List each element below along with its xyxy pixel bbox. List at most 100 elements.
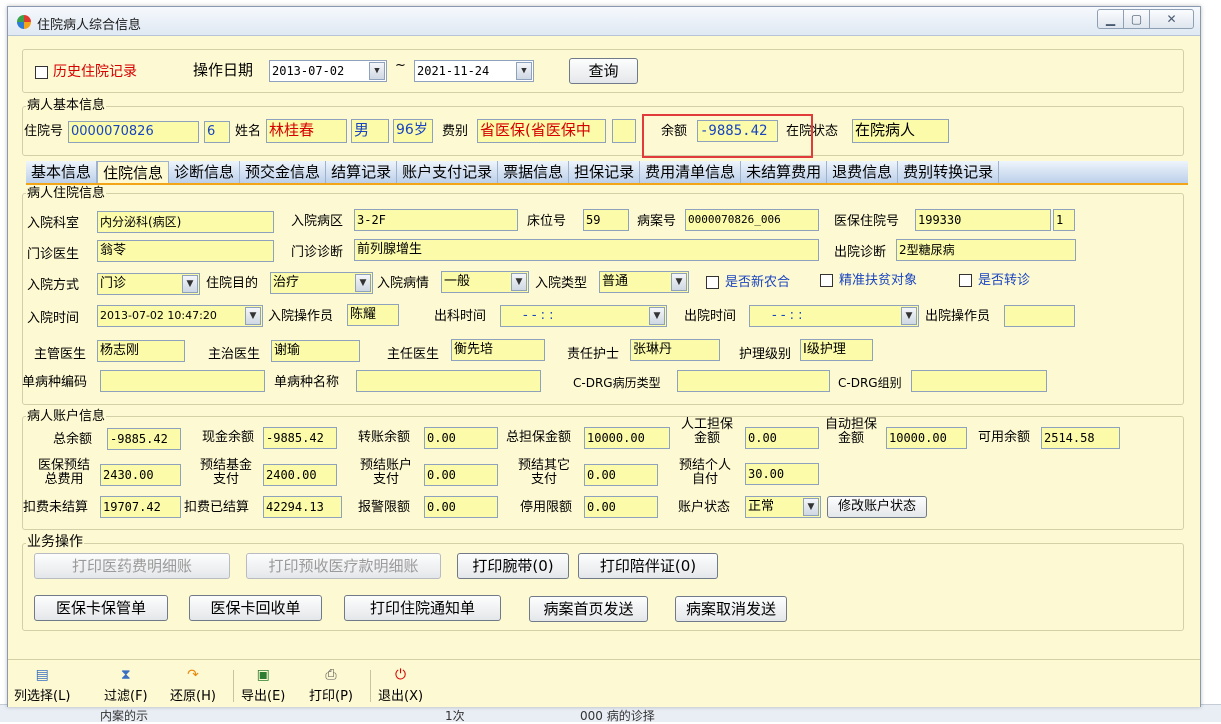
age-field[interactable]: 96岁 bbox=[393, 119, 433, 143]
chevron-down-icon[interactable]: ▼ bbox=[901, 307, 917, 325]
card-return-button[interactable]: 医保卡回收单 bbox=[189, 595, 322, 621]
chevron-down-icon[interactable]: ▼ bbox=[369, 62, 385, 80]
ins-seq-field[interactable]: 1 bbox=[1053, 209, 1075, 231]
total-balance-field[interactable]: -9885.42 bbox=[107, 428, 181, 450]
ward-field[interactable]: 3-2F bbox=[354, 209, 518, 231]
name-field[interactable]: 林桂春 bbox=[266, 119, 347, 143]
discharge-select[interactable]: - - : : ▼ bbox=[749, 305, 919, 327]
chevron-down-icon[interactable]: ▼ bbox=[516, 62, 532, 80]
history-checkbox[interactable] bbox=[35, 66, 48, 79]
condition-select[interactable]: 一般 ▼ bbox=[441, 271, 529, 293]
purpose-select[interactable]: 治疗 ▼ bbox=[270, 272, 373, 294]
close-button[interactable]: ✕ bbox=[1149, 9, 1194, 29]
bed-field[interactable]: 59 bbox=[583, 209, 629, 231]
case-no-field[interactable]: 0000070826_006 bbox=[685, 209, 819, 231]
dis-operator-field[interactable] bbox=[1004, 305, 1075, 327]
query-button[interactable]: 查询 bbox=[569, 58, 638, 84]
auto-guarantee-field[interactable]: 10000.00 bbox=[886, 427, 967, 449]
ins-total-field[interactable]: 2430.00 bbox=[100, 464, 181, 486]
filter-tool[interactable]: ⧗ 过滤(F) bbox=[104, 666, 148, 704]
tab-12[interactable]: 费别转换记录 bbox=[898, 161, 1000, 183]
exit-tool[interactable]: ⏻ 退出(X) bbox=[378, 666, 423, 704]
available-field[interactable]: 2514.58 bbox=[1041, 427, 1120, 449]
gender-field[interactable]: 男 bbox=[351, 119, 389, 143]
tab-9[interactable]: 费用清单信息 bbox=[640, 161, 742, 183]
transfer-balance-field[interactable]: 0.00 bbox=[424, 427, 498, 449]
chevron-down-icon[interactable]: ▼ bbox=[511, 273, 527, 291]
tab-6[interactable]: 账户支付记录 bbox=[397, 161, 499, 183]
nurse-field[interactable]: 张琳丹 bbox=[630, 339, 720, 361]
status-field[interactable]: 在院病人 bbox=[852, 119, 949, 143]
adm-operator-field[interactable]: 陈耀 bbox=[347, 304, 399, 326]
chevron-down-icon[interactable]: ▼ bbox=[803, 498, 819, 516]
self-pay-field[interactable]: 30.00 bbox=[745, 463, 819, 485]
fee-type-field[interactable]: 省医保(省医保中 bbox=[477, 119, 606, 143]
print-prepaid-detail-button[interactable]: 打印预收医疗款明细账 bbox=[246, 553, 441, 579]
adm-type-select[interactable]: 普通 ▼ bbox=[599, 271, 689, 293]
adm-time-select[interactable]: 2013-07-02 10:47:20 ▼ bbox=[97, 305, 263, 327]
acct-pay-field[interactable]: 0.00 bbox=[424, 464, 498, 486]
cancel-send-button[interactable]: 病案取消发送 bbox=[675, 596, 787, 622]
adm-way-select[interactable]: 门诊 ▼ bbox=[97, 273, 200, 295]
minimize-button[interactable]: ▁ bbox=[1097, 9, 1124, 29]
nrcms-checkbox[interactable] bbox=[706, 276, 719, 289]
transfer-checkbox[interactable] bbox=[959, 274, 972, 287]
total-guarantee-field[interactable]: 10000.00 bbox=[584, 427, 670, 449]
dept-field[interactable]: 内分泌科(病区) bbox=[97, 211, 274, 233]
visit-count-field[interactable]: 6 bbox=[204, 121, 230, 143]
print-notice-button[interactable]: 打印住院通知单 bbox=[344, 595, 501, 621]
tab-3[interactable]: 诊断信息 bbox=[169, 161, 241, 183]
alarm-field[interactable]: 0.00 bbox=[424, 496, 498, 518]
tab-2[interactable]: 住院信息 bbox=[97, 161, 170, 183]
fund-field[interactable]: 2400.00 bbox=[263, 464, 337, 486]
card-keep-button[interactable]: 医保卡保管单 bbox=[34, 595, 168, 621]
chevron-down-icon[interactable]: ▼ bbox=[245, 307, 261, 325]
tab-1[interactable]: 基本信息 bbox=[26, 161, 98, 183]
care-field[interactable]: I级护理 bbox=[800, 339, 873, 361]
columns-tool[interactable]: ▤ 列选择(L) bbox=[14, 666, 70, 704]
send-homepage-button[interactable]: 病案首页发送 bbox=[529, 596, 648, 622]
stop-field[interactable]: 0.00 bbox=[584, 496, 658, 518]
tab-10[interactable]: 未结算费用 bbox=[741, 161, 828, 183]
export-tool[interactable]: ▣ 导出(E) bbox=[241, 666, 285, 704]
chevron-down-icon[interactable]: ▼ bbox=[649, 307, 665, 325]
cash-balance-field[interactable]: -9885.42 bbox=[263, 427, 337, 449]
inpatient-no-field[interactable]: 0000070826 bbox=[68, 121, 199, 143]
tab-5[interactable]: 结算记录 bbox=[326, 161, 398, 183]
modify-account-status-button[interactable]: 修改账户状态 bbox=[827, 496, 927, 518]
op-doctor-field[interactable]: 翁苓 bbox=[97, 240, 274, 262]
manual-guarantee-field[interactable]: 0.00 bbox=[745, 427, 819, 449]
chief-field[interactable]: 杨志刚 bbox=[97, 340, 185, 362]
disease-name-field[interactable] bbox=[356, 370, 541, 392]
leave-dept-select[interactable]: - - : : ▼ bbox=[500, 305, 667, 327]
restore-tool[interactable]: ↷ 还原(H) bbox=[170, 666, 216, 704]
drg-group-field[interactable] bbox=[911, 370, 1047, 392]
settled-field[interactable]: 42294.13 bbox=[263, 496, 342, 518]
out-diag-field[interactable]: 2型糖尿病 bbox=[896, 239, 1076, 261]
print-drug-detail-button[interactable]: 打印医药费明细账 bbox=[34, 553, 230, 579]
drg-type-field[interactable] bbox=[677, 370, 830, 392]
poverty-checkbox[interactable] bbox=[820, 274, 833, 287]
date-from-select[interactable]: 2013-07-02 ▼ bbox=[269, 60, 387, 82]
tab-4[interactable]: 预交金信息 bbox=[240, 161, 327, 183]
print-tool[interactable]: ⎙ 打印(P) bbox=[309, 666, 353, 704]
fee-extra-field[interactable] bbox=[612, 119, 636, 143]
chevron-down-icon[interactable]: ▼ bbox=[355, 274, 371, 292]
ins-no-field[interactable]: 199330 bbox=[915, 209, 1051, 231]
date-to-select[interactable]: 2021-11-24 ▼ bbox=[414, 60, 534, 82]
attending-field[interactable]: 谢瑜 bbox=[271, 340, 360, 362]
unsettled-field[interactable]: 19707.42 bbox=[100, 496, 181, 518]
tab-7[interactable]: 票据信息 bbox=[498, 161, 570, 183]
op-diag-field[interactable]: 前列腺增生 bbox=[354, 239, 819, 261]
chevron-down-icon[interactable]: ▼ bbox=[671, 273, 687, 291]
director-field[interactable]: 衡先培 bbox=[451, 339, 545, 361]
chevron-down-icon[interactable]: ▼ bbox=[182, 275, 198, 293]
tab-8[interactable]: 担保记录 bbox=[569, 161, 641, 183]
tab-11[interactable]: 退费信息 bbox=[827, 161, 899, 183]
print-companion-button[interactable]: 打印陪伴证(0) bbox=[578, 553, 718, 579]
maximize-button[interactable]: ▢ bbox=[1123, 9, 1150, 29]
disease-code-field[interactable] bbox=[100, 370, 265, 392]
print-wristband-button[interactable]: 打印腕带(0) bbox=[457, 553, 569, 579]
acct-status-select[interactable]: 正常 ▼ bbox=[745, 496, 821, 518]
other-pay-field[interactable]: 0.00 bbox=[584, 464, 658, 486]
